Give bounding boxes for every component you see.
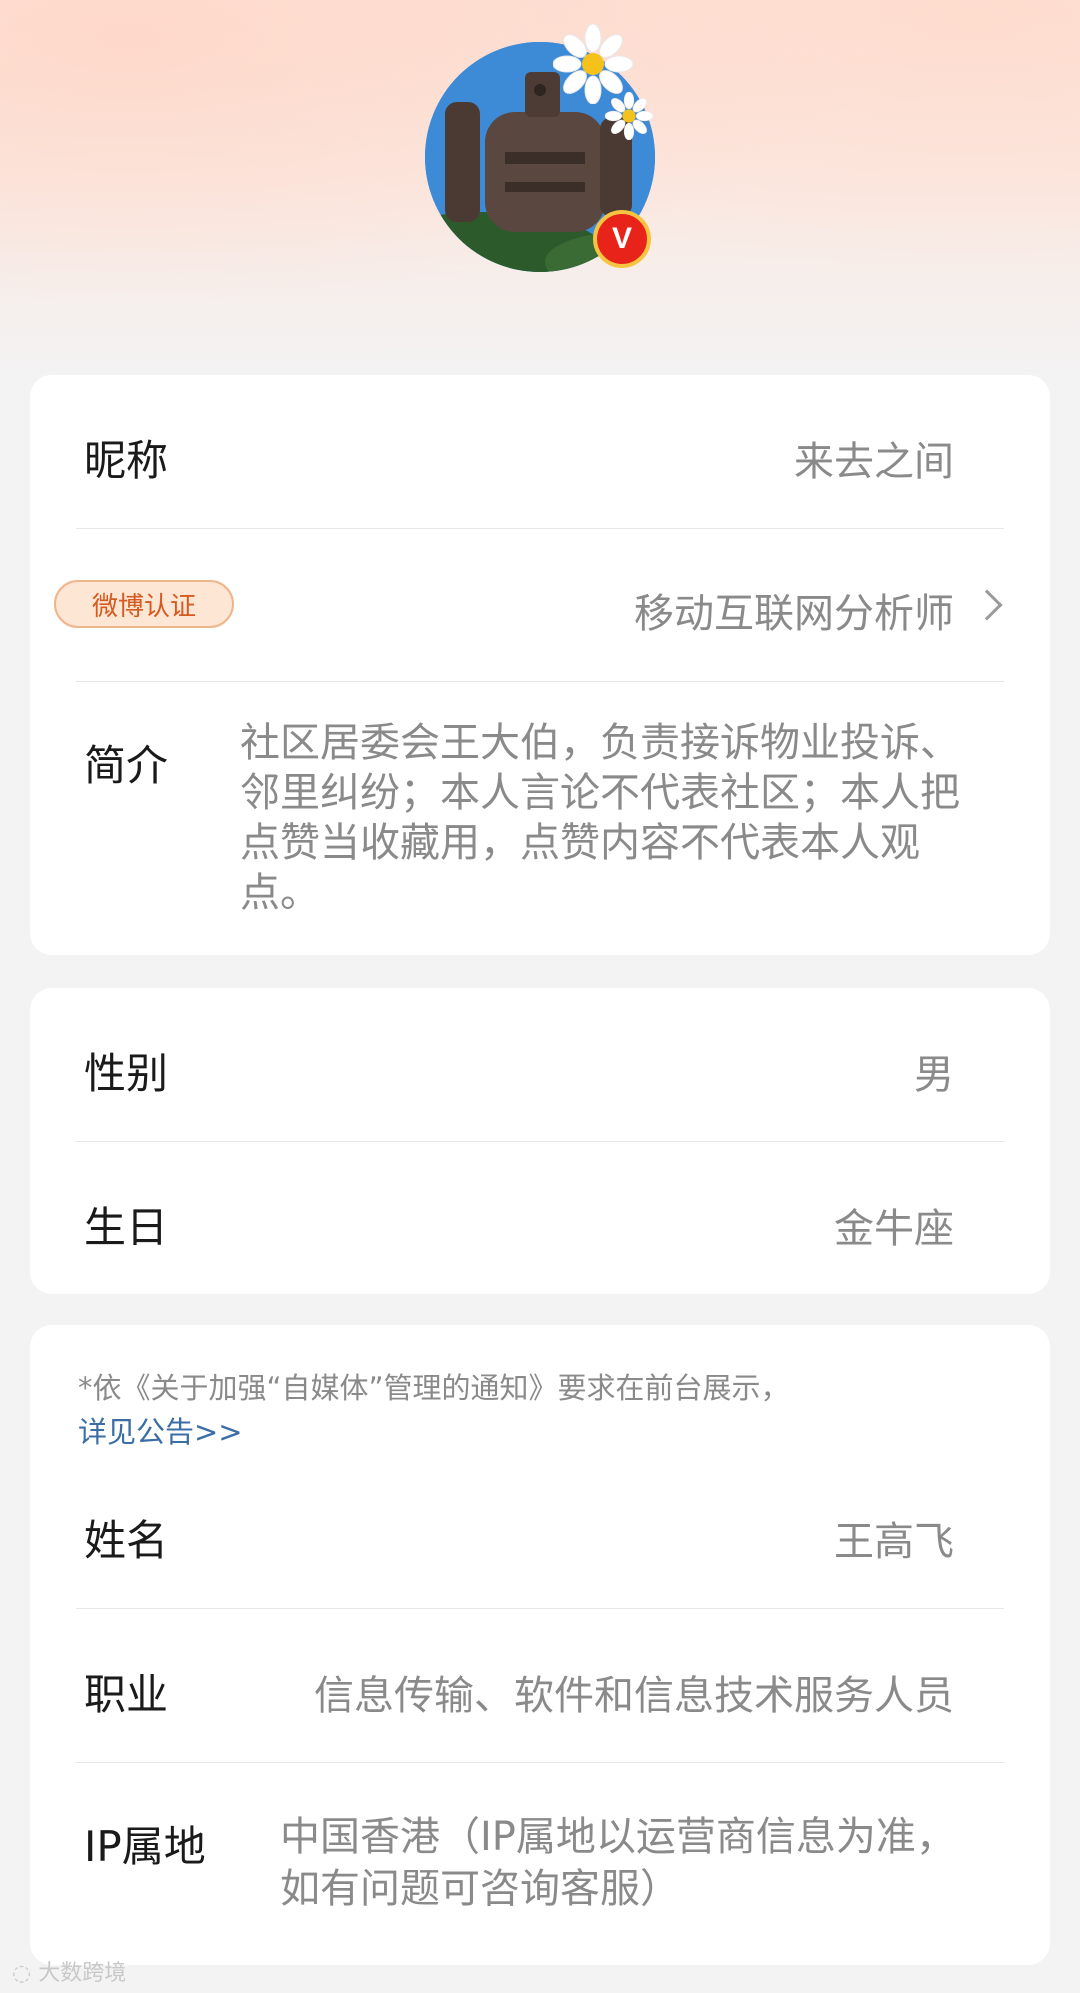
birthday-row[interactable]: 生日 金牛座 [30,1142,1050,1294]
birthday-label: 生日 [84,1203,169,1252]
real-name-row[interactable]: 姓名 王高飞 [30,1455,1050,1608]
gender-label: 性别 [84,1049,169,1098]
nickname-label: 昵称 [84,436,169,485]
gender-value: 男 [914,1052,954,1098]
verification-value: 移动互联网分析师 [634,591,954,637]
daisy-flower-small-icon [605,92,653,140]
real-name-label: 姓名 [84,1516,169,1565]
watermark-text: 大数跨境 [38,1961,127,1986]
occupation-label: 职业 [84,1670,169,1719]
ip-location-row[interactable]: IP属地 中国香港（IP属地以运营商信息为准，如有问题可咨询客服） [30,1763,1050,1963]
weibo-verified-badge: 微博认证 [54,580,234,628]
chevron-right-icon [971,589,1003,621]
watermark-logo-icon: ◌ [12,1961,32,1986]
notice-text: *依《关于加强“自媒体”管理的通知》要求在前台展示， [78,1371,790,1405]
verified-v-icon: V [593,210,651,268]
bio-value: 社区居委会王大伯，负责接诉物业投诉、邻里纠纷；本人言论不代表社区；本人把点赞当收… [240,720,960,916]
watermark: ◌ 大数跨境 [12,1955,126,1987]
verified-glyph: V [611,222,632,255]
nickname-value: 来去之间 [794,439,954,485]
self-media-notice: *依《关于加强“自媒体”管理的通知》要求在前台展示， 详见公告>> [78,1366,998,1454]
ip-location-label: IP属地 [84,1822,206,1871]
bio-label: 简介 [84,741,169,790]
occupation-value: 信息传输、软件和信息技术服务人员 [314,1673,954,1719]
real-name-value: 王高飞 [834,1519,954,1565]
gender-row[interactable]: 性别 男 [30,988,1050,1141]
nickname-row[interactable]: 昵称 来去之间 [30,375,1050,528]
notice-link[interactable]: 详见公告>> [78,1415,243,1449]
ip-location-value: 中国香港（IP属地以运营商信息为准，如有问题可咨询客服） [280,1814,956,1912]
birthday-value: 金牛座 [834,1206,954,1252]
avatar-container[interactable]: V [425,24,655,272]
occupation-row[interactable]: 职业 信息传输、软件和信息技术服务人员 [30,1609,1050,1762]
